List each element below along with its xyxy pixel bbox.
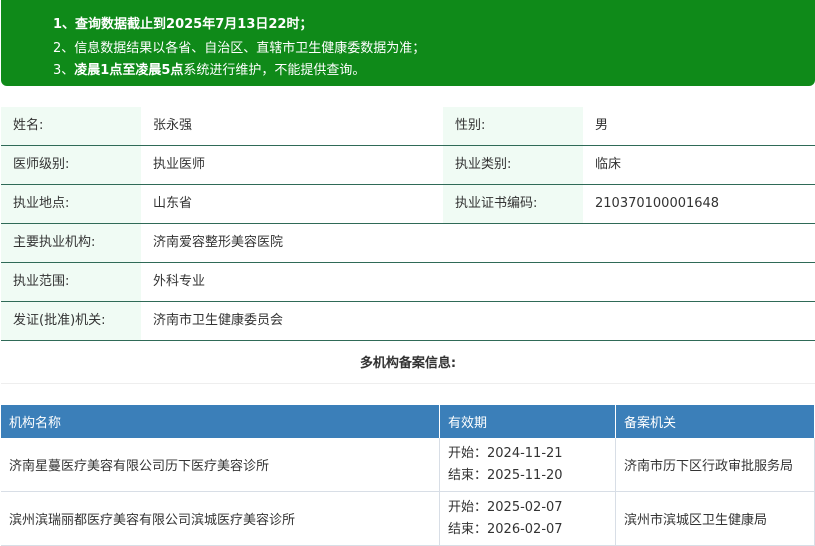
info-row: 执业地点: 山东省 执业证书编码: 210370100001648	[1, 185, 815, 224]
notice-line-3: 3、凌晨1点至凌晨5点系统进行维护，不能提供查询。	[53, 63, 366, 78]
start-date: 开始：2024-11-21	[448, 445, 563, 461]
start-date: 开始：2025-02-07	[448, 499, 563, 515]
period-cell: 开始：2024-11-21 结束：2025-11-20	[439, 438, 616, 492]
location-value: 山东省	[153, 196, 193, 211]
header-period: 有效期	[439, 405, 616, 438]
gender-value: 男	[595, 118, 609, 133]
table-row: 滨州滨瑞丽都医疗美容有限公司滨城医疗美容诊所 开始：2025-02-07 结束：…	[1, 491, 815, 546]
header-authority: 备案机关	[615, 405, 815, 438]
notice-line-2: 2、信息数据结果以各省、自治区、直辖市卫生健康委数据为准；	[53, 41, 426, 56]
category-value: 临床	[595, 157, 622, 172]
name-value: 张永强	[153, 118, 193, 133]
location-label: 执业地点:	[1, 185, 141, 223]
header-org: 机构名称	[1, 405, 440, 438]
issuer-value: 济南市卫生健康委员会	[153, 313, 284, 328]
name-label: 姓名:	[1, 107, 141, 145]
multi-institution-title: 多机构备案信息:	[1, 345, 815, 384]
org-cell: 济南星蔓医疗美容有限公司历下医疗美容诊所	[1, 438, 440, 492]
end-date: 结束：2026-02-07	[448, 521, 563, 537]
issuer-label: 发证(批准)机关:	[1, 302, 141, 340]
info-row: 姓名: 张永强 性别: 男	[1, 107, 815, 146]
gender-label: 性别:	[443, 107, 583, 145]
category-label: 执业类别:	[443, 146, 583, 184]
info-row: 执业范围: 外科专业	[1, 263, 815, 302]
notice-banner: 1、查询数据截止到2025年7月13日22时； 2、信息数据结果以各省、自治区、…	[1, 0, 815, 86]
authority-cell: 滨州市滨城区卫生健康局	[615, 491, 815, 546]
cert-value: 210370100001648	[595, 196, 720, 211]
table-header-row: 机构名称 有效期 备案机关	[1, 405, 815, 438]
info-row: 医师级别: 执业医师 执业类别: 临床	[1, 146, 815, 185]
level-value: 执业医师	[153, 157, 206, 172]
institution-label: 主要执业机构:	[1, 224, 141, 262]
period-cell: 开始：2025-02-07 结束：2026-02-07	[439, 491, 616, 546]
scope-label: 执业范围:	[1, 263, 141, 301]
cert-label: 执业证书编码:	[443, 185, 583, 223]
physician-info-table: 姓名: 张永强 性别: 男 医师级别: 执业医师 执业类别: 临床 执业地点: …	[1, 107, 815, 341]
registration-table: 机构名称 有效期 备案机关 济南星蔓医疗美容有限公司历下医疗美容诊所 开始：20…	[1, 405, 815, 546]
info-row: 主要执业机构: 济南爱容整形美容医院	[1, 224, 815, 263]
org-cell: 滨州滨瑞丽都医疗美容有限公司滨城医疗美容诊所	[1, 491, 440, 546]
level-label: 医师级别:	[1, 146, 141, 184]
scope-value: 外科专业	[153, 274, 206, 289]
end-date: 结束：2025-11-20	[448, 467, 563, 483]
notice-line-1: 1、查询数据截止到2025年7月13日22时；	[53, 17, 313, 32]
info-row: 发证(批准)机关: 济南市卫生健康委员会	[1, 302, 815, 341]
table-row: 济南星蔓医疗美容有限公司历下医疗美容诊所 开始：2024-11-21 结束：20…	[1, 438, 815, 492]
institution-value: 济南爱容整形美容医院	[153, 235, 284, 250]
authority-cell: 济南市历下区行政审批服务局	[615, 438, 815, 492]
